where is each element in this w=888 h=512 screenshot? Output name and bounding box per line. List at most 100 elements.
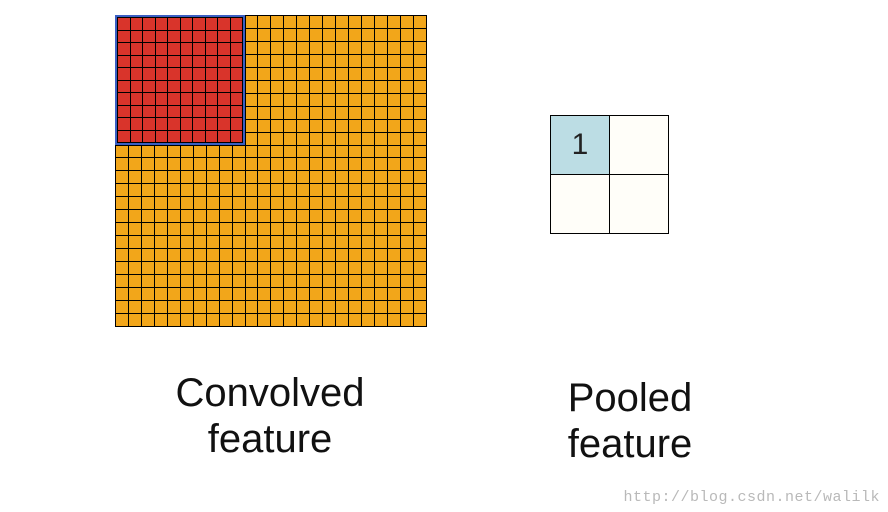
convolved-cell: [349, 145, 362, 158]
convolved-cell: [323, 145, 336, 158]
convolved-cell: [219, 158, 232, 171]
convolved-cell: [116, 145, 129, 158]
convolved-cell: [116, 223, 129, 236]
convolved-cell: [245, 54, 258, 67]
convolved-cell: [128, 184, 141, 197]
pool-window-cell: [143, 93, 156, 106]
convolved-cell: [297, 288, 310, 301]
convolved-cell: [245, 145, 258, 158]
pool-window-cell: [155, 80, 168, 93]
convolved-cell: [258, 275, 271, 288]
convolved-cell: [362, 300, 375, 313]
pool-window-cell: [193, 93, 206, 106]
convolved-cell: [154, 300, 167, 313]
convolved-cell: [284, 262, 297, 275]
convolved-cell: [336, 16, 349, 29]
convolved-cell: [167, 223, 180, 236]
convolved-cell: [219, 145, 232, 158]
convolved-cell: [193, 313, 206, 326]
convolved-cell: [310, 223, 323, 236]
convolved-cell: [323, 197, 336, 210]
convolved-cell: [297, 93, 310, 106]
pool-window-cell: [155, 93, 168, 106]
convolved-cell: [310, 28, 323, 41]
convolved-cell: [400, 223, 413, 236]
convolved-cell: [284, 158, 297, 171]
convolved-cell: [310, 119, 323, 132]
convolved-cell: [336, 132, 349, 145]
pool-window-cell: [180, 118, 193, 131]
pool-window-cell: [118, 118, 131, 131]
convolved-cell: [310, 184, 323, 197]
convolved-cell: [362, 158, 375, 171]
convolved-cell: [375, 249, 388, 262]
pool-window-cell: [230, 43, 243, 56]
convolved-cell: [258, 171, 271, 184]
convolved-cell: [128, 236, 141, 249]
convolved-cell: [271, 119, 284, 132]
pool-window-cell: [193, 18, 206, 31]
convolved-cell: [413, 132, 426, 145]
convolved-label-line2: feature: [208, 417, 333, 461]
pool-window-cell: [218, 55, 231, 68]
convolved-cell: [349, 106, 362, 119]
convolved-cell: [219, 262, 232, 275]
convolved-cell: [413, 171, 426, 184]
convolved-cell: [180, 171, 193, 184]
convolved-cell: [297, 16, 310, 29]
pool-window-cell: [118, 30, 131, 43]
convolved-cell: [193, 145, 206, 158]
convolved-cell: [362, 28, 375, 41]
convolved-cell: [349, 171, 362, 184]
convolved-cell: [128, 275, 141, 288]
convolved-cell: [362, 106, 375, 119]
convolved-cell: [206, 249, 219, 262]
convolved-cell: [297, 67, 310, 80]
convolved-cell: [232, 313, 245, 326]
convolved-cell: [375, 16, 388, 29]
convolved-cell: [323, 275, 336, 288]
convolved-cell: [362, 223, 375, 236]
convolved-cell: [284, 288, 297, 301]
convolved-cell: [388, 67, 401, 80]
convolved-cell: [258, 28, 271, 41]
convolved-cell: [336, 300, 349, 313]
convolved-cell: [154, 158, 167, 171]
pool-window-cell: [205, 43, 218, 56]
convolved-cell: [193, 197, 206, 210]
convolved-cell: [375, 184, 388, 197]
convolved-cell: [232, 184, 245, 197]
convolved-cell: [323, 313, 336, 326]
convolved-cell: [245, 223, 258, 236]
convolved-cell: [128, 145, 141, 158]
convolved-cell: [323, 41, 336, 54]
convolved-cell: [219, 288, 232, 301]
convolved-cell: [413, 184, 426, 197]
convolved-cell: [297, 54, 310, 67]
pool-window-cell: [130, 93, 143, 106]
pool-window-cell: [205, 105, 218, 118]
convolved-cell: [297, 275, 310, 288]
convolved-cell: [310, 132, 323, 145]
pool-window-cell: [143, 68, 156, 81]
convolved-cell: [336, 28, 349, 41]
convolved-cell: [336, 313, 349, 326]
convolved-cell: [323, 80, 336, 93]
convolved-cell: [245, 106, 258, 119]
convolved-cell: [271, 197, 284, 210]
convolved-cell: [400, 313, 413, 326]
pool-window-cell: [205, 130, 218, 143]
convolved-cell: [271, 275, 284, 288]
convolved-cell: [258, 262, 271, 275]
convolved-cell: [336, 249, 349, 262]
pool-window-cell: [155, 43, 168, 56]
convolved-cell: [362, 145, 375, 158]
convolved-cell: [219, 197, 232, 210]
convolved-cell: [400, 67, 413, 80]
convolved-cell: [141, 210, 154, 223]
convolved-cell: [400, 236, 413, 249]
convolved-cell: [388, 210, 401, 223]
pool-window-cell: [118, 18, 131, 31]
convolved-cell: [400, 106, 413, 119]
convolved-cell: [388, 80, 401, 93]
